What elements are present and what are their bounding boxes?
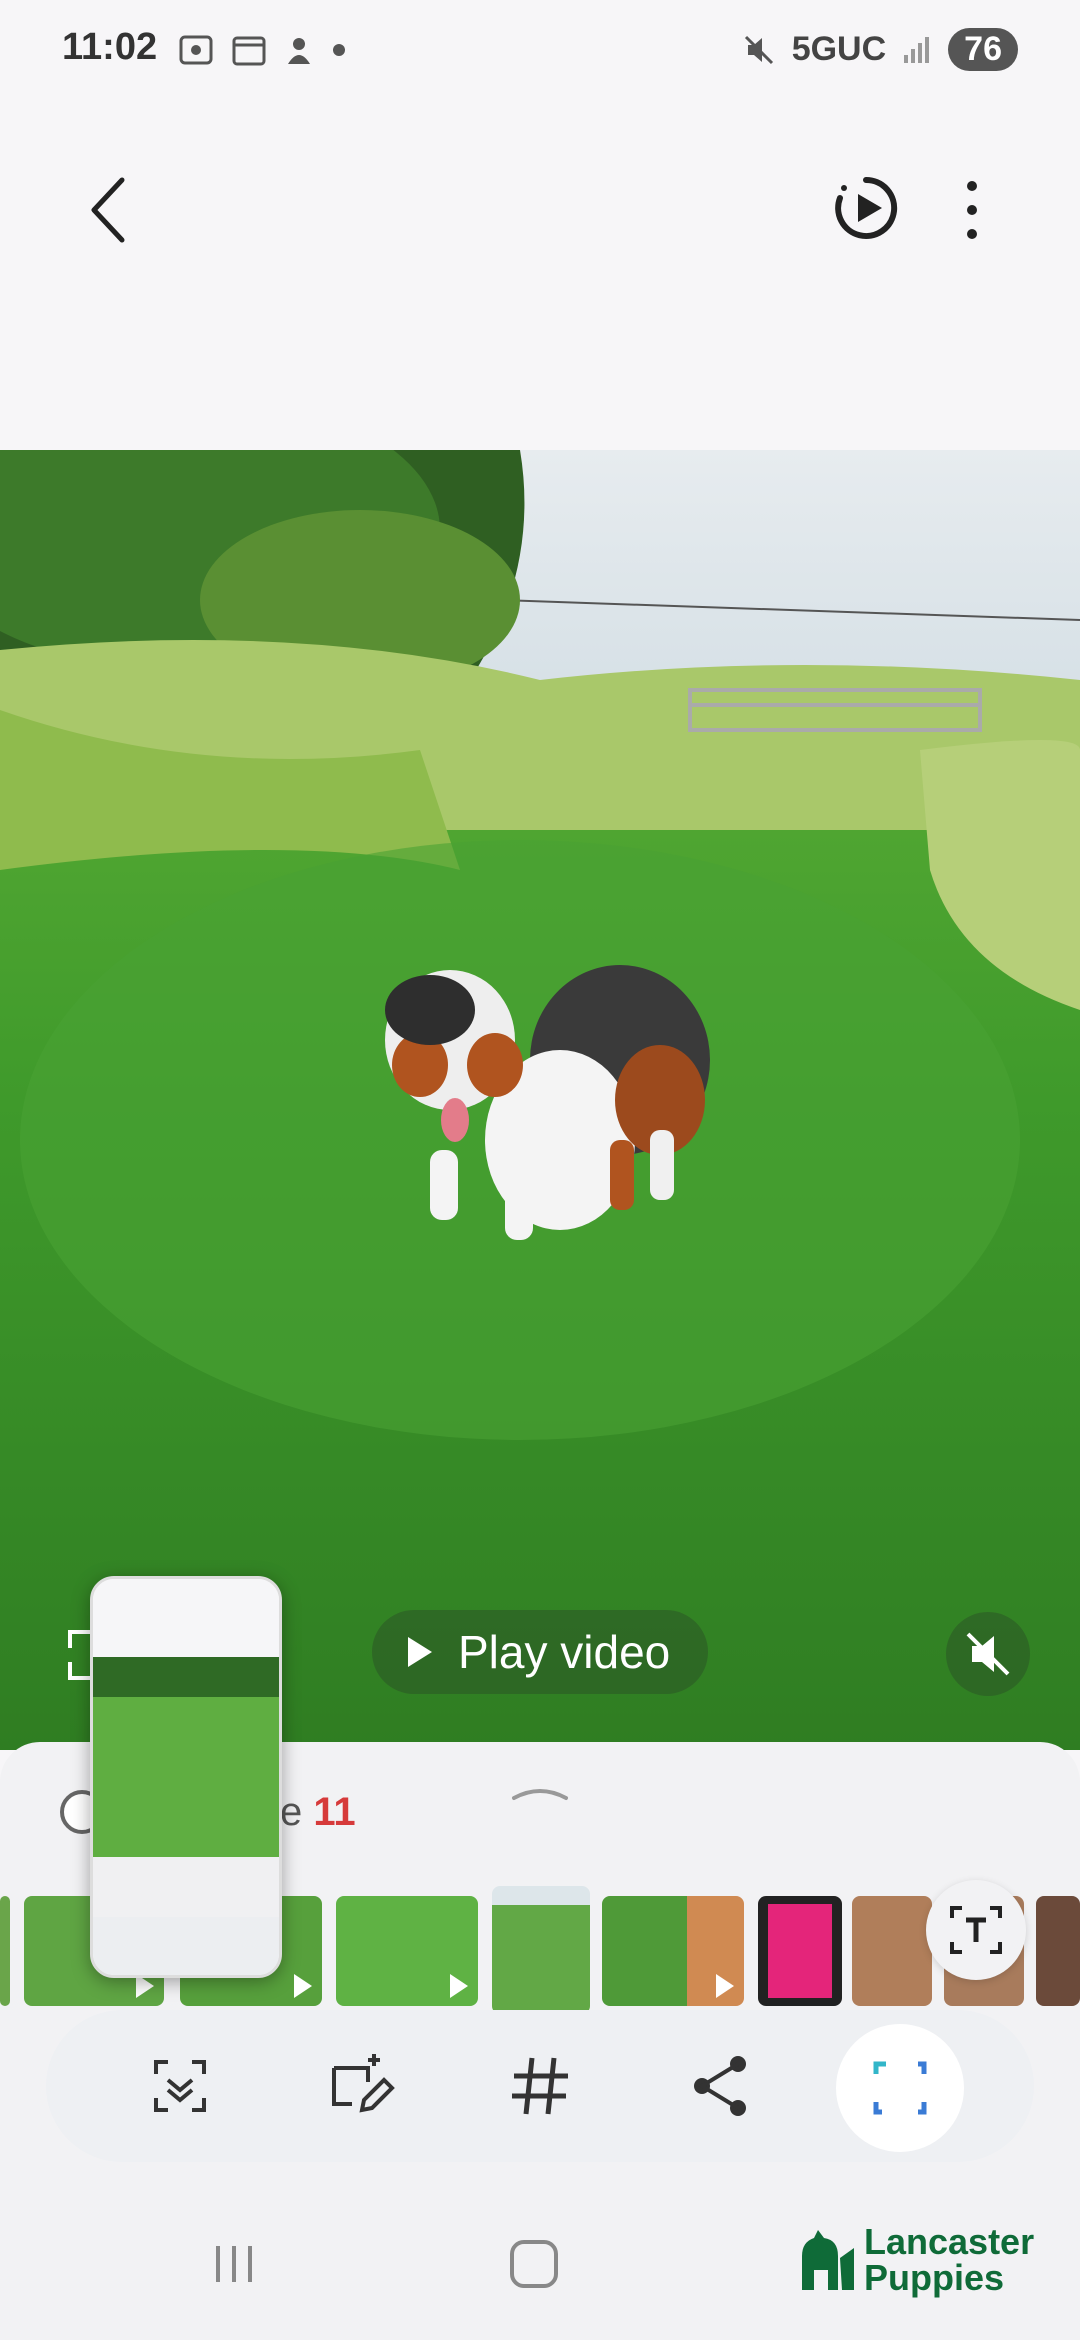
screenshot-icon	[179, 35, 213, 65]
sheet-handle[interactable]	[510, 1780, 570, 1804]
focus-frame-button[interactable]	[836, 2024, 964, 2152]
network-label: 5GUC	[791, 30, 887, 68]
video-badge-icon	[294, 1974, 312, 1998]
thumbnail[interactable]	[336, 1896, 478, 2006]
play-video-label: Play video	[458, 1626, 671, 1678]
album-title[interactable]: e 11	[280, 1790, 356, 1835]
thumbnail[interactable]	[602, 1896, 744, 2006]
thumbnail[interactable]	[0, 1896, 10, 2006]
share-icon[interactable]	[682, 2048, 758, 2124]
dog	[385, 965, 710, 1240]
motion-photo-play-button[interactable]	[830, 172, 902, 244]
home-button[interactable]	[510, 2240, 558, 2288]
battery-level: 76	[948, 28, 1018, 71]
thumbnail[interactable]	[1036, 1896, 1080, 2006]
preview-actions	[93, 1917, 279, 1975]
select-scroll-icon[interactable]	[142, 2048, 218, 2124]
back-button[interactable]	[80, 170, 140, 250]
play-video-button[interactable]: Play video	[372, 1610, 708, 1694]
status-right-group: 5GUC 76	[742, 28, 1018, 71]
preview-photo	[93, 1657, 279, 1857]
hashtag-icon[interactable]	[502, 2048, 578, 2124]
more-options-button[interactable]	[950, 170, 994, 250]
watermark-logo: Lancaster Puppies	[796, 2224, 1034, 2296]
edit-icon[interactable]	[322, 2048, 398, 2124]
album-title-text: e	[280, 1790, 303, 1834]
screenshot-preview[interactable]	[90, 1576, 282, 1978]
focus-frame-icon	[873, 2061, 927, 2115]
dot-icon	[333, 44, 345, 56]
app-notification-icon	[288, 38, 310, 64]
logo-line2: Puppies	[864, 2257, 1005, 2298]
photo-viewer[interactable]	[0, 450, 1080, 1750]
status-time: 11:02	[62, 26, 158, 68]
preview-sheet	[93, 1857, 279, 1917]
extract-text-button[interactable]	[926, 1880, 1026, 1980]
calendar-icon	[232, 36, 266, 66]
dog-photo	[0, 450, 1080, 1750]
logo-line1: Lancaster	[864, 2221, 1035, 2262]
thumbnail[interactable]	[758, 1896, 842, 2006]
video-badge-icon	[716, 1974, 734, 1998]
recents-button[interactable]	[210, 2242, 258, 2286]
preview-header	[93, 1579, 279, 1657]
volume-mute-button[interactable]	[946, 1612, 1030, 1696]
video-badge-icon	[450, 1974, 468, 1998]
dog-logo-icon	[802, 2230, 854, 2290]
mute-status-icon	[744, 35, 773, 64]
signal-icon	[904, 36, 930, 63]
thumbnail[interactable]	[852, 1896, 932, 2006]
album-count: 11	[313, 1790, 356, 1834]
thumbnail-selected[interactable]	[492, 1886, 590, 2014]
play-icon	[408, 1637, 432, 1667]
status-notification-icons	[178, 34, 346, 66]
